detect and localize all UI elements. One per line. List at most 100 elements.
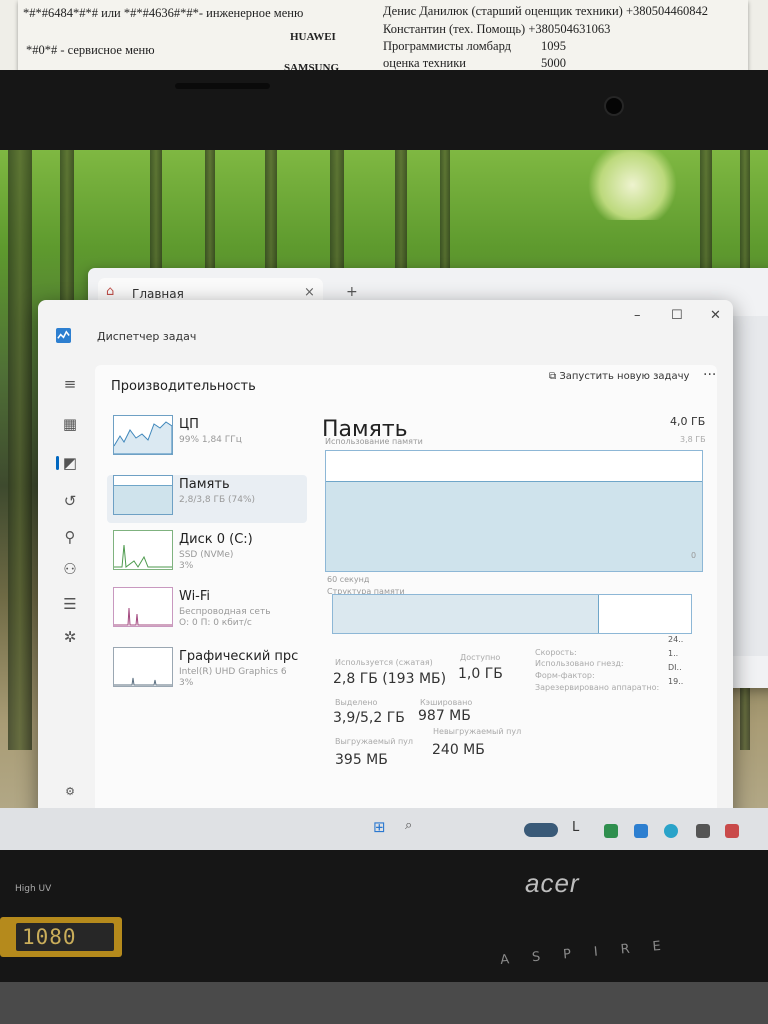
resource-detail: 2,8/3,8 ГБ (74%) (179, 495, 256, 505)
app-icon[interactable] (696, 824, 710, 838)
resource-name: ЦП (179, 417, 199, 432)
app-icon[interactable] (725, 824, 739, 838)
resource-detail-2: 3% (179, 561, 194, 571)
sticky-note: *#*#6484*#*# или *#*#4636#*#*- инженерно… (0, 0, 768, 78)
users-icon[interactable]: ⚇ (60, 560, 80, 578)
resource-item-gpu[interactable]: Графический прс Intel(R) UHD Graphics 6 … (107, 647, 307, 695)
note-right-line3-value: 1095 (541, 39, 566, 53)
run-new-task-button[interactable]: ⧉ Запустить новую задачу (549, 371, 689, 382)
side-value-form-factor: DI.. (668, 663, 682, 672)
services-icon[interactable]: ✲ (60, 628, 80, 646)
side-label-form-factor: Форм-фактор: (535, 671, 595, 680)
time-axis-label: 60 секунд (327, 575, 370, 584)
close-tab-icon[interactable]: × (304, 285, 315, 300)
cpu-mini-graph (114, 421, 172, 454)
startup-icon[interactable]: ⚲ (60, 528, 80, 546)
acer-logo: acer (525, 868, 580, 898)
graph-zero-label: 0 (691, 551, 697, 560)
task-manager-icon (56, 328, 71, 343)
laptop-hinge (0, 982, 768, 1024)
more-options-button[interactable]: ··· (703, 367, 716, 383)
resource-detail: Intel(R) UHD Graphics 6 (179, 667, 287, 677)
resource-detail: SSD (NVMe) (179, 550, 234, 560)
laptop-screen: ⌂ Главная × + Диспетчер задач – ☐ ✕ ≡ ▦ … (0, 150, 768, 850)
side-value-hardware-reserved: 19.. (668, 677, 684, 686)
memory-usage-label: Использование памяти (325, 437, 423, 446)
app-icon[interactable] (634, 824, 648, 838)
memory-composition-bar (332, 594, 692, 634)
note-brand-huawei: HUAWEI (290, 31, 336, 43)
home-icon: ⌂ (106, 284, 115, 299)
resource-item-wifi[interactable]: Wi-Fi Беспроводная сеть О: 0 П: 0 кбит/с (107, 587, 307, 635)
resource-detail-2: О: 0 П: 0 кбит/с (179, 618, 252, 628)
resource-name: Диск 0 (C:) (179, 532, 253, 547)
side-value-slots: 1.. (668, 649, 679, 658)
wallpaper-trunk (8, 150, 32, 750)
stat-value-cached: 987 МБ (418, 708, 471, 724)
memory-thumbnail (113, 475, 173, 515)
performance-panel: Производительность ⧉ Запустить новую зад… (95, 365, 717, 850)
resolution-sticker: 1080 (0, 917, 122, 957)
maximize-button[interactable]: ☐ (671, 308, 683, 323)
minimize-button[interactable]: – (634, 308, 641, 323)
note-card: *#*#6484*#*# или *#*#4636#*#*- инженерно… (18, 0, 748, 74)
bezel-slot (175, 83, 270, 89)
windows-icon[interactable]: ⊞ (373, 818, 386, 836)
stat-value-paged-pool: 395 МБ (335, 752, 388, 768)
app-icon[interactable]: L (572, 820, 579, 835)
browser-tab-label: Главная (132, 287, 184, 301)
stat-label-committed: Выделено (335, 698, 378, 707)
side-label-slots: Использовано гнезд: (535, 659, 624, 668)
stat-value-nonpaged-pool: 240 МБ (432, 742, 485, 758)
wifi-thumbnail (113, 587, 173, 627)
stat-label-cached: Кэшировано (420, 698, 473, 707)
app-icon[interactable] (524, 823, 558, 837)
side-label-speed: Скорость: (535, 648, 577, 657)
webcam (606, 98, 622, 114)
resource-item-cpu[interactable]: ЦП 99% 1,84 ГГц (107, 415, 307, 463)
note-left-line1: *#*#6484*#*# или *#*#4636#*#*- инженерно… (23, 6, 304, 20)
resource-name: Wi-Fi (179, 589, 211, 604)
resource-name: Графический прс (179, 649, 299, 664)
disk-thumbnail (113, 530, 173, 570)
note-right-line4: оценка техники (383, 56, 466, 70)
resource-detail: 99% 1,84 ГГц (179, 435, 242, 445)
wifi-mini-graph (114, 607, 172, 626)
wallpaper-sky (585, 150, 680, 220)
note-right-line2: Константин (тех. Помощь) +380504631063 (383, 22, 611, 36)
gpu-mini-graph (114, 677, 172, 686)
resource-detail: Беспроводная сеть (179, 607, 271, 617)
resource-name: Память (179, 477, 230, 492)
stat-label-available: Доступно (460, 653, 501, 662)
stat-value-available: 1,0 ГБ (458, 666, 503, 682)
processes-icon[interactable]: ▦ (60, 415, 80, 433)
memory-capacity: 4,0 ГБ (670, 415, 706, 428)
gpu-thumbnail (113, 647, 173, 687)
hamburger-icon[interactable]: ≡ (60, 375, 80, 393)
details-icon[interactable]: ☰ (60, 595, 80, 613)
stat-label-paged-pool: Выгружаемый пул (335, 737, 414, 746)
stat-value-in-use: 2,8 ГБ (193 МБ) (333, 671, 447, 687)
task-manager-window[interactable]: Диспетчер задач – ☐ ✕ ≡ ▦ ◩ ↺ ⚲ ⚇ ☰ ✲ ⚙ … (38, 300, 733, 850)
new-tab-button[interactable]: + (346, 284, 358, 300)
memory-mini-fill (114, 484, 172, 514)
taskbar: ⊞ ⌕ L (0, 808, 768, 850)
search-icon[interactable]: ⌕ (405, 818, 412, 833)
resource-item-disk[interactable]: Диск 0 (C:) SSD (NVMe) 3% (107, 530, 307, 578)
run-task-icon: ⧉ (549, 371, 560, 382)
app-icon[interactable] (604, 824, 618, 838)
composition-in-use (333, 595, 599, 633)
side-value-speed: 24.. (668, 635, 684, 644)
note-left-line2: *#0*# - сервисное меню (26, 43, 155, 57)
disk-mini-graph (114, 544, 172, 568)
close-button[interactable]: ✕ (710, 308, 721, 323)
app-icon[interactable] (664, 824, 678, 838)
note-right-line1: Денис Данилюк (старший оценщик техники) … (383, 4, 709, 18)
memory-usage-graph (325, 450, 703, 572)
resource-detail-2: 3% (179, 678, 194, 688)
resource-item-memory[interactable]: Память 2,8/3,8 ГБ (74%) (107, 475, 307, 523)
history-icon[interactable]: ↺ (60, 492, 80, 510)
settings-icon[interactable]: ⚙ (60, 785, 80, 798)
sticker-text: 1080 (22, 925, 77, 949)
performance-icon[interactable]: ◩ (56, 454, 80, 472)
